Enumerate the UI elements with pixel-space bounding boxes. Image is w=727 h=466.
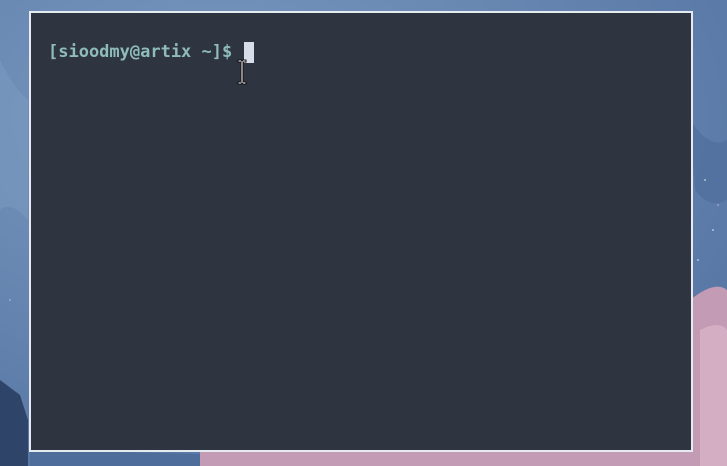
terminal-line[interactable]: [sioodmy@artix ~]$	[48, 41, 255, 63]
shell-prompt: [sioodmy@artix ~]$	[48, 42, 233, 62]
terminal-window[interactable]: [sioodmy@artix ~]$	[29, 11, 693, 452]
ibeam-cursor-icon	[237, 59, 247, 85]
